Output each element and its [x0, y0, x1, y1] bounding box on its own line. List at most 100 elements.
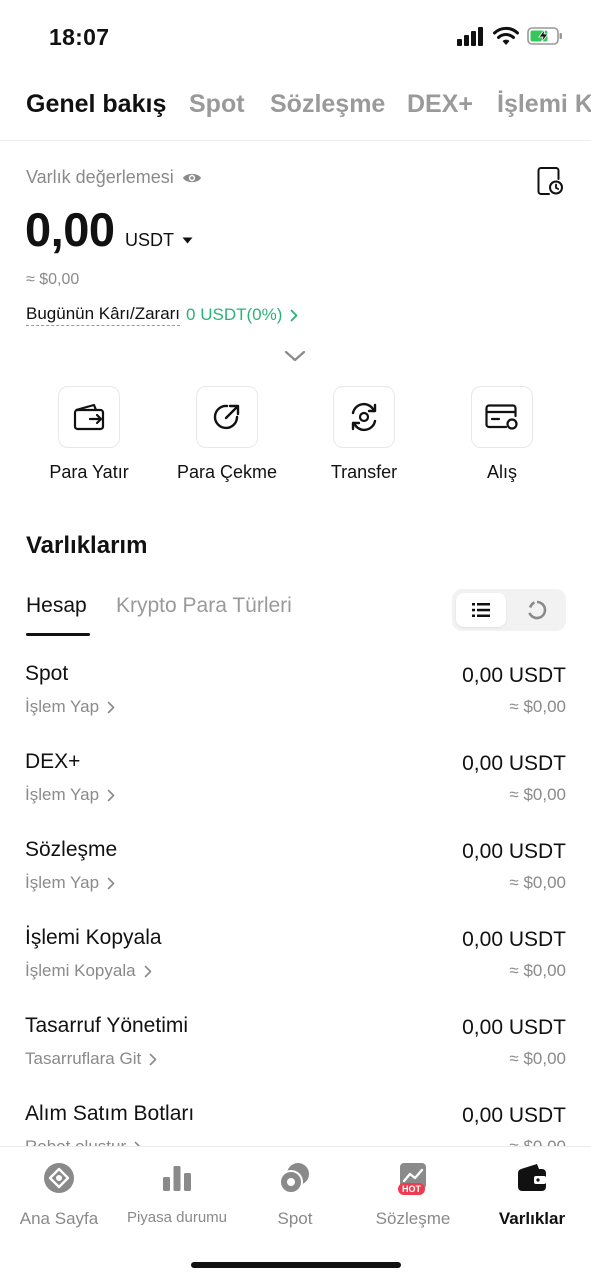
valuation-label-text: Varlık değerlemesi [26, 167, 174, 187]
balance-usd: ≈ $0,00 [26, 271, 80, 288]
top-tabs: Genel bakış Spot Sözleşme DEX+ İşlemi K [0, 84, 591, 130]
nav-label: Varlıklar [498, 1209, 566, 1228]
account-row-contract[interactable]: Sözleşme İşlem Yap 0,00 USDT ≈ $0,00 [0, 838, 591, 918]
tab-account[interactable]: Hesap [26, 594, 87, 618]
nav-label: Sözleşme [375, 1209, 451, 1228]
transfer-label: Transfer [330, 462, 398, 482]
deposit-label: Para Yatır [49, 462, 129, 482]
deposit-icon-box [58, 386, 120, 448]
account-usd: ≈ $0,00 [509, 961, 566, 980]
account-name: Tasarruf Yönetimi [25, 1014, 189, 1037]
chevron-right-icon [107, 701, 115, 713]
account-name: Spot [25, 662, 69, 685]
tab-copy-trading[interactable]: İşlemi K [497, 90, 591, 119]
account-name: Alım Satım Botları [25, 1102, 195, 1125]
deposit-wallet-icon [73, 403, 105, 431]
nav-spot[interactable]: Spot [236, 1161, 354, 1229]
nav-contract[interactable]: HOT Sözleşme [354, 1161, 472, 1229]
eye-icon[interactable] [182, 171, 202, 185]
nav-label: Spot [277, 1209, 313, 1228]
home-icon [44, 1163, 74, 1193]
account-link[interactable]: Tasarruflara Git [25, 1049, 157, 1069]
tab-dex[interactable]: DEX+ [407, 90, 473, 119]
transfer-icon-box [333, 386, 395, 448]
account-name: İşlemi Kopyala [25, 926, 162, 949]
account-name: DEX+ [25, 750, 81, 773]
wifi-icon [493, 26, 519, 45]
account-link-text: İşlem Yap [25, 873, 100, 892]
battery-icon [527, 27, 562, 45]
buy-icon-box [471, 386, 533, 448]
account-usd: ≈ $0,00 [509, 785, 566, 804]
transfer-button[interactable]: Transfer [294, 386, 434, 483]
chart-view-button[interactable] [512, 593, 562, 627]
account-amount: 0,00 USDT [462, 840, 566, 863]
withdraw-label: Para Çekme [176, 462, 278, 482]
pnl-value: 0 USDT(0%) [186, 305, 283, 324]
active-tab-underline [26, 633, 90, 636]
assets-title: Varlıklarım [26, 532, 148, 559]
donut-chart-icon [528, 600, 547, 620]
account-amount: 0,00 USDT [462, 1104, 566, 1127]
account-row-spot[interactable]: Spot İşlem Yap 0,00 USDT ≈ $0,00 [0, 662, 591, 742]
account-link-text: İşlemi Kopyala [25, 961, 136, 980]
transaction-history-icon[interactable] [536, 166, 564, 196]
list-icon [472, 603, 490, 617]
account-link[interactable]: İşlem Yap [25, 697, 115, 717]
tab-crypto-types[interactable]: Krypto Para Türleri [116, 594, 292, 618]
buy-label: Alış [486, 462, 517, 482]
wallet-icon [518, 1164, 546, 1191]
status-time: 18:07 [49, 24, 110, 50]
today-pnl[interactable]: Bugünün Kârı/Zararı 0 USDT(0%) [26, 304, 298, 326]
hot-badge: HOT [398, 1183, 425, 1195]
valuation-label: Varlık değerlemesi [26, 167, 202, 188]
chevron-right-icon [290, 309, 298, 321]
tab-spot[interactable]: Spot [189, 90, 245, 119]
buy-button[interactable]: Alış [432, 386, 572, 483]
chevron-right-icon [149, 1053, 157, 1065]
account-usd: ≈ $0,00 [509, 873, 566, 892]
nav-market[interactable]: Piyasa durumu [118, 1161, 236, 1226]
account-usd: ≈ $0,00 [509, 697, 566, 716]
divider [0, 140, 591, 141]
list-view-button[interactable] [456, 593, 506, 627]
tab-contract[interactable]: Sözleşme [270, 90, 385, 119]
account-amount: 0,00 USDT [462, 928, 566, 951]
nav-assets[interactable]: Varlıklar [473, 1161, 591, 1229]
withdraw-arrow-icon [213, 404, 240, 430]
home-indicator[interactable] [191, 1262, 401, 1268]
account-row-copy-trading[interactable]: İşlemi Kopyala İşlemi Kopyala 0,00 USDT … [0, 926, 591, 1006]
status-bar: 18:07 [0, 0, 591, 70]
transfer-cycle-icon [351, 402, 377, 432]
account-row-dex[interactable]: DEX+ İşlem Yap 0,00 USDT ≈ $0,00 [0, 750, 591, 830]
account-link[interactable]: İşlem Yap [25, 873, 115, 893]
market-chart-icon [163, 1166, 191, 1191]
account-link-text: İşlem Yap [25, 785, 100, 804]
currency-selector[interactable]: USDT [125, 230, 193, 251]
nav-home[interactable]: Ana Sayfa [0, 1161, 118, 1229]
expand-chevron-icon[interactable] [284, 349, 306, 363]
tab-overview[interactable]: Genel bakış [26, 90, 166, 119]
deposit-button[interactable]: Para Yatır [19, 386, 159, 483]
account-usd: ≈ $0,00 [509, 1049, 566, 1068]
account-link-text: Tasarruflara Git [25, 1049, 142, 1068]
spot-coins-icon [279, 1163, 309, 1194]
chevron-right-icon [144, 965, 151, 977]
caret-down-icon [182, 237, 193, 244]
account-name: Sözleşme [25, 838, 118, 861]
account-row-savings[interactable]: Tasarruf Yönetimi Tasarruflara Git 0,00 … [0, 1014, 591, 1094]
withdraw-icon-box [196, 386, 258, 448]
chevron-right-icon [107, 789, 115, 801]
account-amount: 0,00 USDT [462, 1016, 566, 1039]
account-link[interactable]: İşlemi Kopyala [25, 961, 152, 981]
status-icons [457, 26, 563, 46]
account-amount: 0,00 USDT [462, 664, 566, 687]
account-link[interactable]: İşlem Yap [25, 785, 115, 805]
withdraw-button[interactable]: Para Çekme [157, 386, 297, 483]
pnl-label: Bugünün Kârı/Zararı [26, 304, 181, 326]
account-link-text: İşlem Yap [25, 697, 100, 716]
view-toggle [452, 589, 566, 631]
currency-label: USDT [125, 230, 174, 250]
account-amount: 0,00 USDT [462, 752, 566, 775]
buy-card-icon [485, 404, 518, 430]
